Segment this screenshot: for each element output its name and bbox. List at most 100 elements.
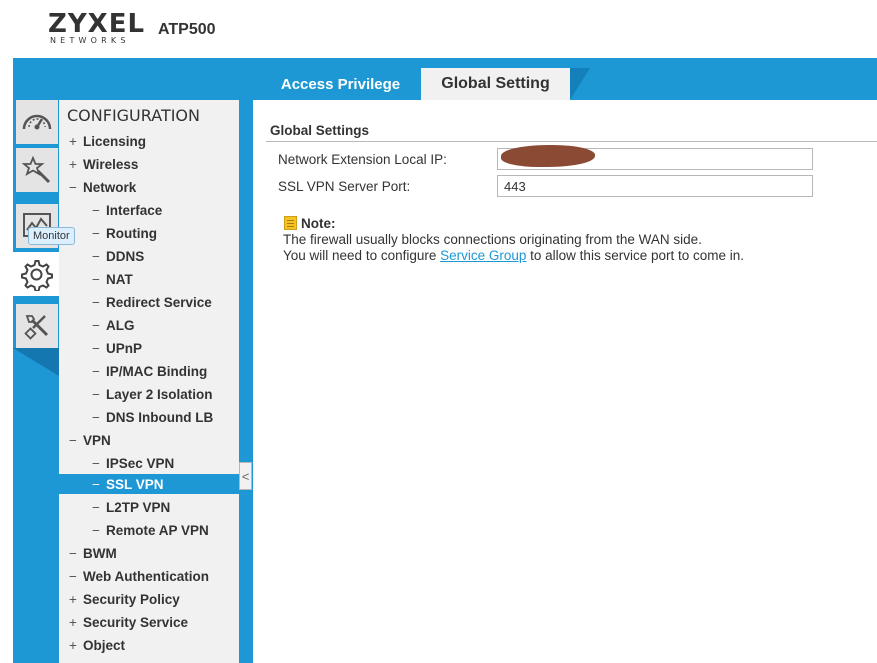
collapse-minus-icon[interactable]: −	[65, 433, 81, 448]
logo-brand: ZYXEL	[48, 9, 146, 39]
section-title: Global Settings	[270, 123, 370, 138]
expand-plus-icon[interactable]: +	[65, 615, 81, 630]
dashboard-gauge-icon	[22, 114, 52, 130]
rail-dashboard[interactable]	[16, 100, 58, 144]
monitor-tooltip: Monitor	[28, 227, 75, 245]
menu-item-web-authentication[interactable]: − Web Authentication	[65, 565, 209, 587]
menu-item-label: DDNS	[106, 248, 145, 264]
menu-item-redirect-service[interactable]: − Redirect Service	[88, 291, 212, 313]
menu-item-nat[interactable]: − NAT	[88, 268, 133, 290]
rail-maintenance[interactable]	[16, 304, 58, 348]
configuration-gear-icon	[21, 260, 53, 291]
section-divider	[266, 141, 877, 142]
tree-dash-icon: −	[92, 271, 100, 287]
app-window: ZYXEL NETWORKS ATP500 Access Privilege G…	[0, 0, 877, 663]
menu-item-label: ALG	[106, 317, 135, 333]
note-line-2-after: to allow this service port to come in.	[526, 248, 744, 263]
menu-item-alg[interactable]: − ALG	[88, 314, 135, 336]
menu-item-label: IPSec VPN	[106, 455, 175, 471]
tree-dash-icon: −	[69, 568, 77, 584]
network-extension-ip-label: Network Extension Local IP:	[278, 152, 447, 167]
menu-item-label: Redirect Service	[106, 294, 212, 310]
collapse-minus-icon[interactable]: −	[65, 180, 81, 195]
tree-dash-icon: −	[92, 455, 100, 471]
menu-item-interface[interactable]: − Interface	[88, 199, 162, 221]
rail-quick-setup[interactable]	[16, 148, 58, 192]
tree-dash-icon: −	[92, 499, 100, 515]
expand-plus-icon[interactable]: +	[65, 134, 81, 149]
menu-item-bwm[interactable]: − BWM	[65, 542, 117, 564]
menu-item-object[interactable]: + Object	[65, 634, 125, 656]
tab-access-privilege[interactable]: Access Privilege	[268, 68, 413, 100]
ssl-vpn-port-input[interactable]	[497, 175, 813, 197]
note-line-2-before: You will need to configure	[283, 248, 441, 263]
menu-item-label: BWM	[83, 545, 117, 561]
menu-item-l2tp-vpn[interactable]: − L2TP VPN	[88, 496, 170, 518]
tree-dash-icon: −	[92, 522, 100, 538]
service-group-link[interactable]: Service Group	[440, 248, 526, 263]
menu-item-network[interactable]: − Network	[65, 176, 136, 198]
menu-item-security-policy[interactable]: + Security Policy	[65, 588, 180, 610]
menu-item-wireless[interactable]: + Wireless	[65, 153, 138, 175]
logo-brand-sub: NETWORKS	[50, 36, 130, 45]
menu-item-label: Interface	[106, 202, 163, 218]
tree-dash-icon: −	[92, 202, 100, 218]
menu-item-label: Security Service	[83, 614, 189, 630]
menu-item-label: Wireless	[83, 156, 139, 172]
expand-plus-icon[interactable]: +	[65, 592, 81, 607]
tab-corner-decoration	[570, 68, 590, 100]
menu-item-label: Security Policy	[83, 591, 180, 607]
chevron-left-icon: <	[241, 468, 250, 484]
tree-dash-icon: −	[92, 317, 100, 333]
menu-item-label: Object	[83, 637, 126, 653]
menu-item-dns-inbound-lb[interactable]: − DNS Inbound LB	[88, 406, 213, 428]
note-line-1: The firewall usually blocks connections …	[283, 232, 702, 247]
menu-item-label: Licensing	[83, 133, 147, 149]
menu-item-remote-ap-vpn[interactable]: − Remote AP VPN	[88, 519, 209, 541]
menu-item-label: IP/MAC Binding	[106, 363, 208, 379]
rail-configuration[interactable]	[13, 252, 59, 296]
menu-item-label: Layer 2 Isolation	[106, 386, 213, 402]
maintenance-tools-icon	[24, 315, 49, 340]
redaction-mark	[501, 145, 595, 167]
tree-dash-icon: −	[92, 476, 100, 492]
device-model: ATP500	[158, 21, 216, 38]
zyxel-logo: ZYXEL NETWORKS	[48, 9, 146, 46]
menu-item-label: Routing	[106, 225, 157, 241]
menu-item-security-service[interactable]: + Security Service	[65, 611, 188, 633]
tree-dash-icon: −	[69, 545, 77, 561]
menu-item-layer-2-isolation[interactable]: − Layer 2 Isolation	[88, 383, 213, 405]
menu-item-licensing[interactable]: + Licensing	[65, 130, 146, 152]
note-line-2: You will need to configure Service Group…	[283, 248, 744, 263]
menu-item-ip-mac-binding[interactable]: − IP/MAC Binding	[88, 360, 207, 382]
menu-item-upnp[interactable]: − UPnP	[88, 337, 142, 359]
menu-item-vpn[interactable]: − VPN	[65, 429, 111, 451]
tree-dash-icon: −	[92, 409, 100, 425]
tree-dash-icon: −	[92, 248, 100, 264]
menu-item-label: L2TP VPN	[106, 499, 171, 515]
menu-collapse-handle[interactable]: <	[239, 462, 252, 490]
note-icon	[284, 216, 297, 230]
menu-item-label: Network	[83, 179, 137, 195]
tab-global-setting[interactable]: Global Setting	[421, 68, 570, 100]
menu-item-routing[interactable]: − Routing	[88, 222, 157, 244]
menu-item-label: SSL VPN	[106, 476, 164, 492]
expand-plus-icon[interactable]: +	[65, 638, 81, 653]
menu-title: CONFIGURATION	[67, 106, 200, 125]
expand-plus-icon[interactable]: +	[65, 157, 81, 172]
menu-item-label: VPN	[83, 432, 111, 448]
tree-dash-icon: −	[92, 225, 100, 241]
tree-dash-icon: −	[92, 294, 100, 310]
tree-dash-icon: −	[92, 363, 100, 379]
menu-item-ssl-vpn[interactable]: − SSL VPN	[88, 474, 164, 494]
quick-setup-wand-icon	[22, 155, 51, 184]
ssl-vpn-port-label: SSL VPN Server Port:	[278, 179, 411, 194]
note-title: Note:	[301, 216, 336, 231]
menu-item-ddns[interactable]: − DDNS	[88, 245, 144, 267]
menu-item-ipsec-vpn[interactable]: − IPSec VPN	[88, 452, 174, 474]
menu-item-label: UPnP	[106, 340, 143, 356]
menu-item-label: Web Authentication	[83, 568, 209, 584]
tree-dash-icon: −	[92, 340, 100, 356]
menu-item-label: Remote AP VPN	[106, 522, 209, 538]
tree-dash-icon: −	[92, 386, 100, 402]
